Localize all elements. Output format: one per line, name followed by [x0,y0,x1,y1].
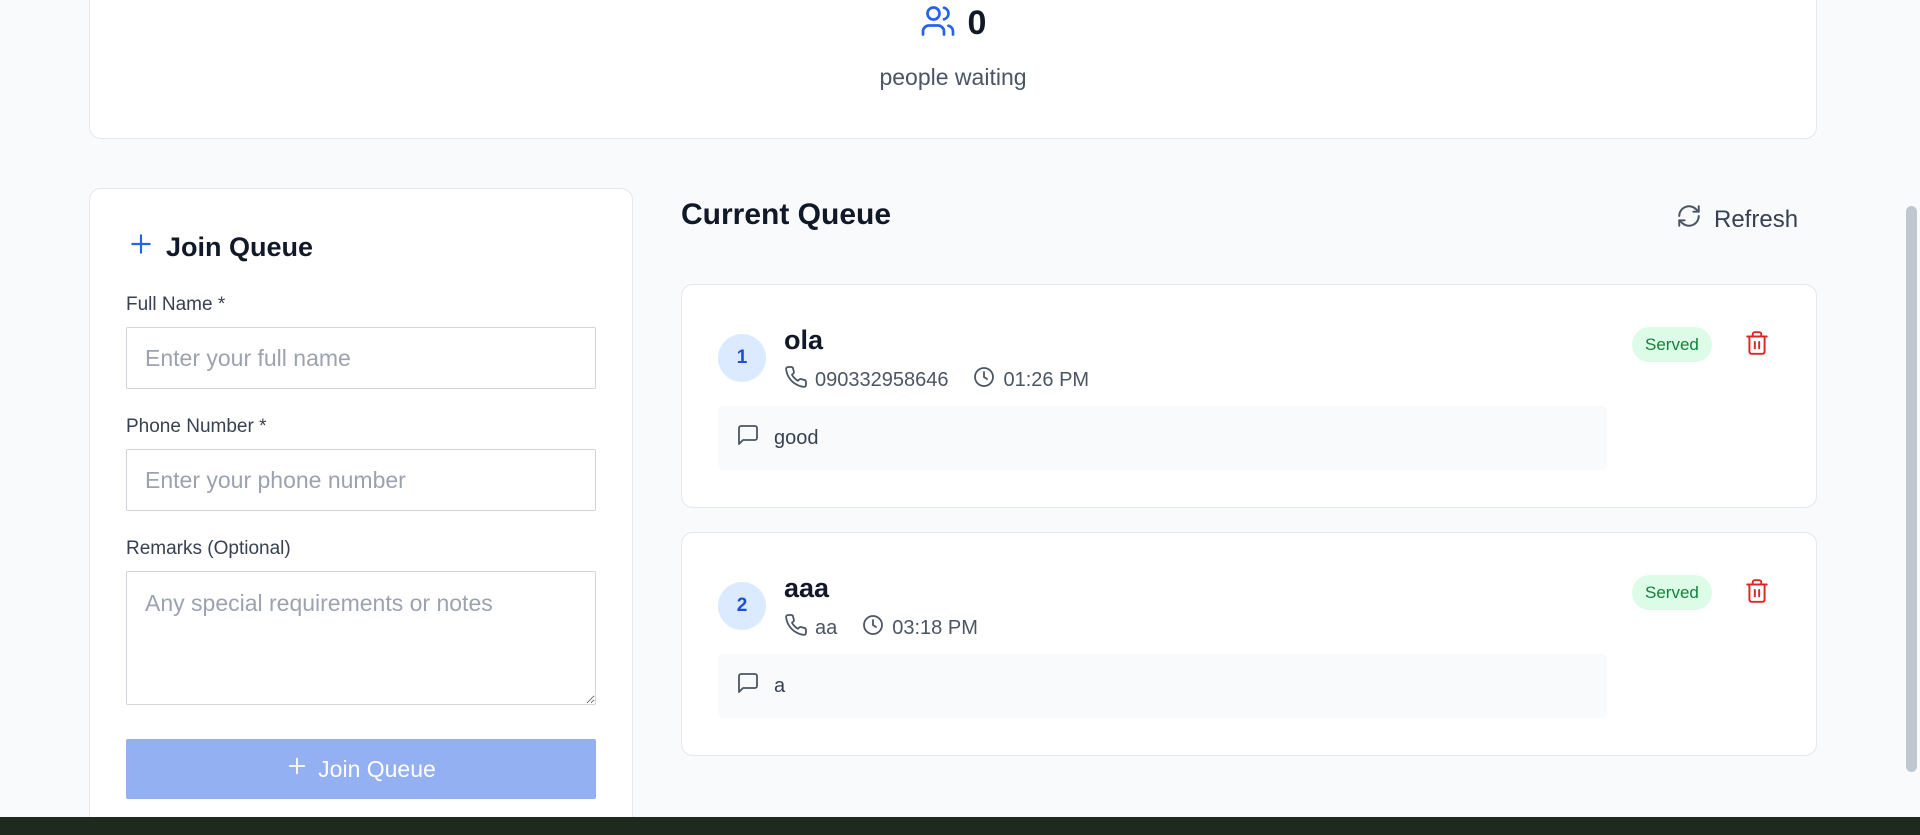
stats-card: 0 people waiting [89,0,1817,139]
entry-remark-text: a [774,674,786,697]
queue-entry: 2 aaa aa 03:18 PM a Served [681,532,1817,756]
message-icon [736,671,760,701]
queue-position: 1 [718,334,766,382]
users-icon [920,3,956,44]
entry-phone-text: aa [815,616,838,639]
message-icon [736,423,760,453]
join-queue-button-label: Join Queue [318,755,436,782]
delete-button[interactable] [1742,329,1772,359]
refresh-label: Refresh [1714,205,1799,233]
entry-name: ola [784,325,824,355]
join-queue-title: Join Queue [166,232,314,262]
entry-time: 03:18 PM [861,613,978,643]
scrollbar-thumb[interactable] [1906,206,1917,772]
trash-icon [1744,330,1770,359]
current-queue-title: Current Queue [681,198,892,231]
full-name-label: Full Name * [126,294,226,315]
status-badge: Served [1632,575,1712,610]
join-queue-button[interactable]: Join Queue [126,739,596,799]
join-queue-card: Join Queue Full Name * Phone Number * Re… [89,188,633,835]
delete-button[interactable] [1742,577,1772,607]
queue-position: 2 [718,582,766,630]
stats-row: 0 [90,3,1816,44]
phone-icon [784,613,808,643]
remarks-label: Remarks (Optional) [126,538,291,559]
entry-meta: 090332958646 01:26 PM [784,365,1113,395]
join-queue-heading: Join Queue [128,231,313,264]
taskbar [0,817,1920,835]
refresh-icon [1676,203,1702,236]
entry-remark: good [718,406,1607,470]
entry-meta: aa 03:18 PM [784,613,1002,643]
phone-icon [784,365,808,395]
entry-phone: aa [784,613,837,643]
entry-name: aaa [784,573,830,603]
entry-remark: a [718,654,1607,718]
clock-icon [972,365,996,395]
full-name-input[interactable] [126,327,596,389]
refresh-button[interactable]: Refresh [1676,203,1798,236]
entry-time: 01:26 PM [972,365,1089,395]
status-badge: Served [1632,327,1712,362]
entry-phone-text: 090332958646 [815,368,949,391]
entry-remark-text: good [774,426,819,449]
trash-icon [1744,578,1770,607]
remarks-textarea[interactable] [126,571,596,705]
waiting-count: 0 [967,4,987,42]
plus-icon [128,231,154,264]
clock-icon [861,613,885,643]
waiting-label: people waiting [879,64,1027,90]
phone-number-label: Phone Number * [126,416,267,437]
entry-phone: 090332958646 [784,365,948,395]
queue-entry: 1 ola 090332958646 01:26 PM good Served [681,284,1817,508]
entry-time-text: 01:26 PM [1003,368,1090,391]
plus-icon [286,755,308,783]
entry-time-text: 03:18 PM [892,616,978,639]
phone-number-input[interactable] [126,449,596,511]
